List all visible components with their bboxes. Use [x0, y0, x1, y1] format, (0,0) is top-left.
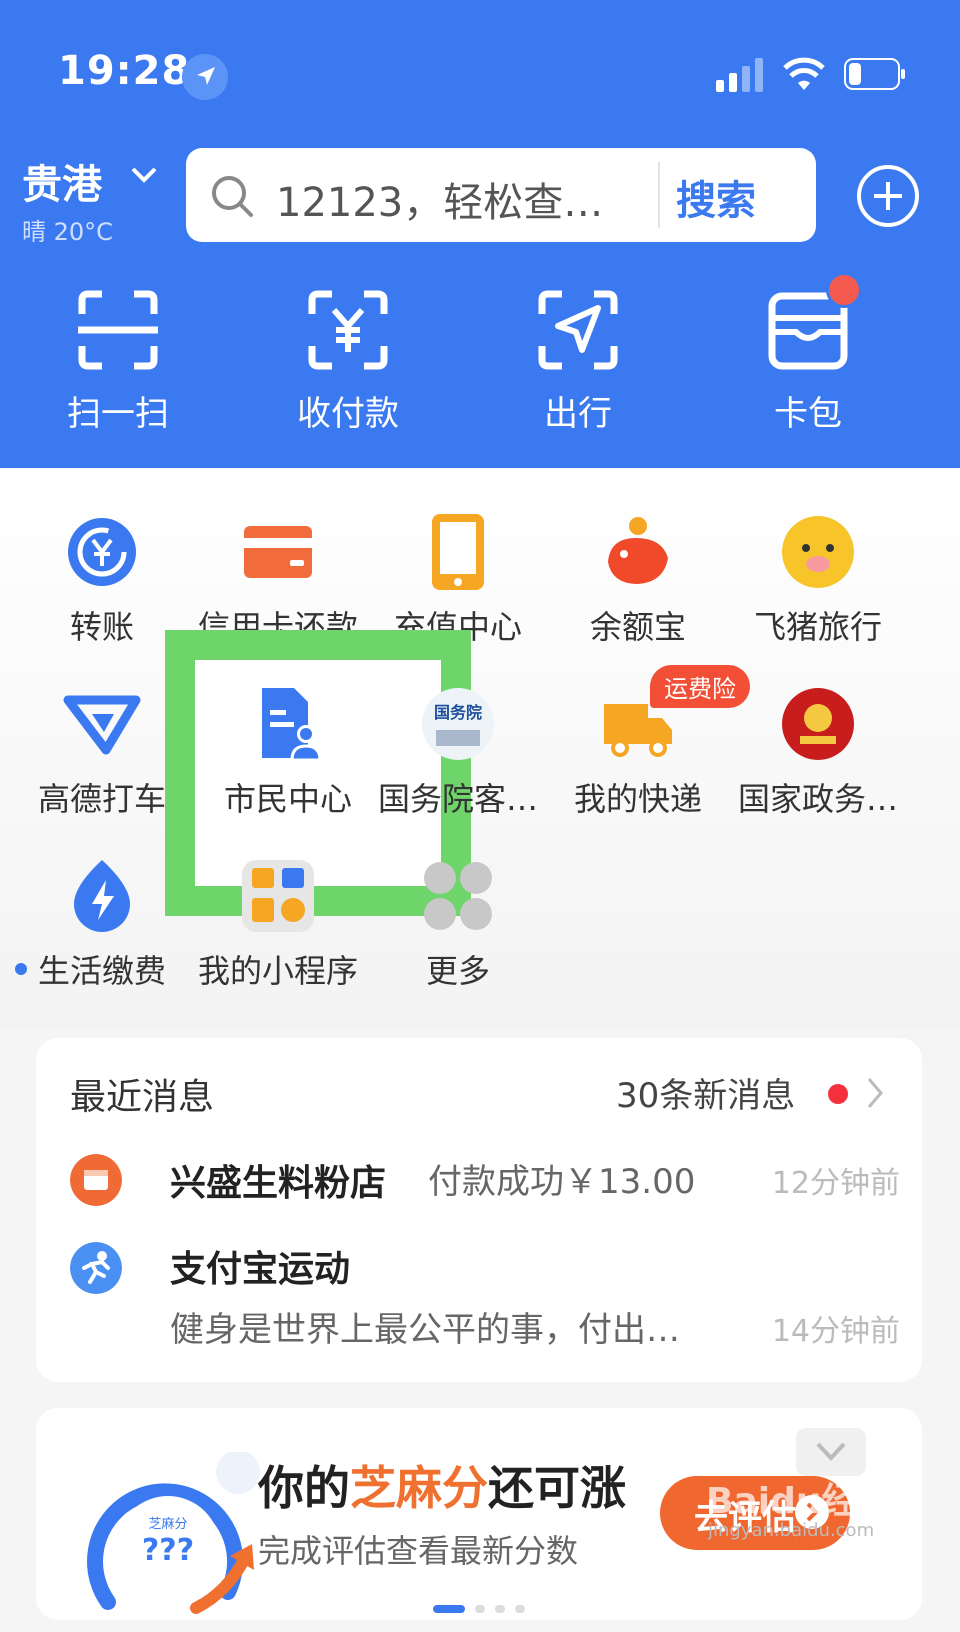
- message-text: 付款成功￥13.00: [428, 1162, 696, 1202]
- scan-icon: [78, 290, 158, 370]
- yuebao-icon: [608, 517, 668, 584]
- service-label: 我的快递: [573, 780, 702, 818]
- search-divider: [658, 162, 660, 228]
- service-label: 飞猪旅行: [753, 608, 882, 646]
- app-header: 19:28 贵港 晴 20°C 12123，轻松查… 搜索 扫一扫 收付款 出行…: [0, 0, 960, 468]
- service-label: 更多: [425, 952, 490, 990]
- watermark: Baidu经验: [706, 1481, 894, 1522]
- quick-action-label: 出行: [544, 394, 612, 434]
- carousel-dot: [495, 1605, 505, 1613]
- service-mini-programs[interactable]: 我的小程序: [184, 856, 372, 992]
- message-time: 14分钟前: [771, 1314, 900, 1349]
- fliggy-icon: [782, 516, 854, 588]
- shop-icon: [70, 1154, 122, 1206]
- city-selector[interactable]: 贵港: [22, 152, 102, 210]
- recent-messages-card[interactable]: 最近消息 30条新消息 兴盛生料粉店 付款成功￥13.00 12分钟前 支付宝运…: [36, 1038, 922, 1382]
- unread-dot: [828, 1084, 848, 1104]
- quick-action-label: 卡包: [774, 394, 842, 434]
- service-citizen-center[interactable]: 市民中心: [194, 684, 382, 820]
- service-utilities[interactable]: 生活缴费: [8, 856, 196, 992]
- carousel-dot: [475, 1605, 485, 1613]
- transfer-icon: [68, 518, 136, 586]
- mini-programs-icon: [242, 860, 314, 932]
- utility-bolt-icon: [74, 860, 130, 932]
- state-council-logo-text: 国务院: [434, 703, 482, 722]
- collapse-chevron-icon[interactable]: [796, 1428, 866, 1476]
- zhima-subtitle: 完成评估查看最新分数: [258, 1532, 579, 1570]
- state-council-icon: 国务院: [422, 688, 494, 760]
- message-sender: 支付宝运动: [170, 1249, 351, 1290]
- service-recharge[interactable]: 充值中心: [364, 512, 552, 648]
- service-transfer[interactable]: 转账: [8, 512, 196, 648]
- service-label: 市民中心: [223, 780, 352, 818]
- message-time: 12分钟前: [771, 1166, 900, 1201]
- phone-recharge-icon: [432, 514, 484, 590]
- zhima-title: 你的芝麻分还可涨: [258, 1461, 626, 1515]
- travel-icon: [538, 290, 618, 370]
- gauge-label: 芝麻分: [148, 1516, 187, 1532]
- messages-title: 最近消息: [70, 1077, 215, 1118]
- wifi-icon: [783, 57, 825, 90]
- watermark-url: jingyan.baidu.com: [708, 1520, 875, 1541]
- message-sender: 兴盛生料粉店: [170, 1163, 387, 1204]
- service-label: 余额宝: [589, 608, 686, 646]
- notification-dot: [826, 272, 862, 308]
- amap-taxi-icon: [63, 695, 141, 755]
- quick-action-pay[interactable]: 收付款: [278, 288, 418, 435]
- messages-count[interactable]: 30条新消息: [616, 1068, 795, 1117]
- status-time: 19:28: [58, 48, 191, 94]
- credit-card-icon: [244, 526, 312, 578]
- battery-icon: [844, 58, 905, 90]
- quick-action-label: 收付款: [297, 394, 399, 434]
- service-label: 我的小程序: [197, 952, 358, 990]
- carousel-dot: [433, 1605, 465, 1613]
- service-fliggy[interactable]: 飞猪旅行: [724, 512, 912, 648]
- service-credit-card[interactable]: 信用卡还款: [184, 512, 372, 648]
- message-item[interactable]: 兴盛生料粉店 付款成功￥13.00 12分钟前: [70, 1150, 900, 1210]
- quick-action-wallet[interactable]: 卡包: [738, 288, 878, 435]
- search-icon: [212, 176, 253, 217]
- sport-runner-icon: [70, 1242, 122, 1294]
- service-gov-affairs[interactable]: 国家政务…: [724, 684, 912, 820]
- service-state-council[interactable]: 国务院 国务院客…: [364, 684, 552, 820]
- national-emblem-icon: [782, 688, 854, 760]
- quick-action-label: 扫一扫: [67, 394, 169, 434]
- quick-action-scan[interactable]: 扫一扫: [48, 288, 188, 435]
- service-label: 国务院客…: [377, 780, 538, 818]
- payment-code-icon: [308, 290, 388, 370]
- search-input[interactable]: 12123，轻松查…: [276, 170, 636, 228]
- service-yuebao[interactable]: 余额宝: [544, 512, 732, 648]
- chevron-down-icon[interactable]: [130, 165, 158, 185]
- location-arrow-icon: [182, 54, 228, 100]
- weather-text: 晴 20°C: [22, 218, 113, 246]
- service-more[interactable]: 更多: [364, 856, 552, 992]
- quick-action-travel[interactable]: 出行: [508, 288, 648, 435]
- search-button[interactable]: 搜索: [676, 168, 756, 226]
- carousel-dot: [515, 1605, 525, 1613]
- cellular-signal-icon: [716, 58, 763, 92]
- service-label: 国家政务…: [737, 780, 898, 818]
- message-item[interactable]: 支付宝运动 健身是世界上最公平的事，付出… 14分钟前: [70, 1236, 900, 1356]
- service-label: 生活缴费: [37, 952, 166, 990]
- message-text: 健身是世界上最公平的事，付出…: [170, 1310, 680, 1350]
- citizen-center-icon: [262, 688, 322, 762]
- status-bar: 19:28: [0, 0, 960, 120]
- search-bar[interactable]: 12123，轻松查… 搜索: [186, 148, 816, 242]
- gauge-value: ???: [142, 1533, 194, 1568]
- add-circle-icon[interactable]: [856, 164, 920, 228]
- chevron-right-icon[interactable]: [866, 1076, 884, 1110]
- more-grid-icon: [424, 862, 492, 930]
- carousel-indicator: [36, 1598, 922, 1617]
